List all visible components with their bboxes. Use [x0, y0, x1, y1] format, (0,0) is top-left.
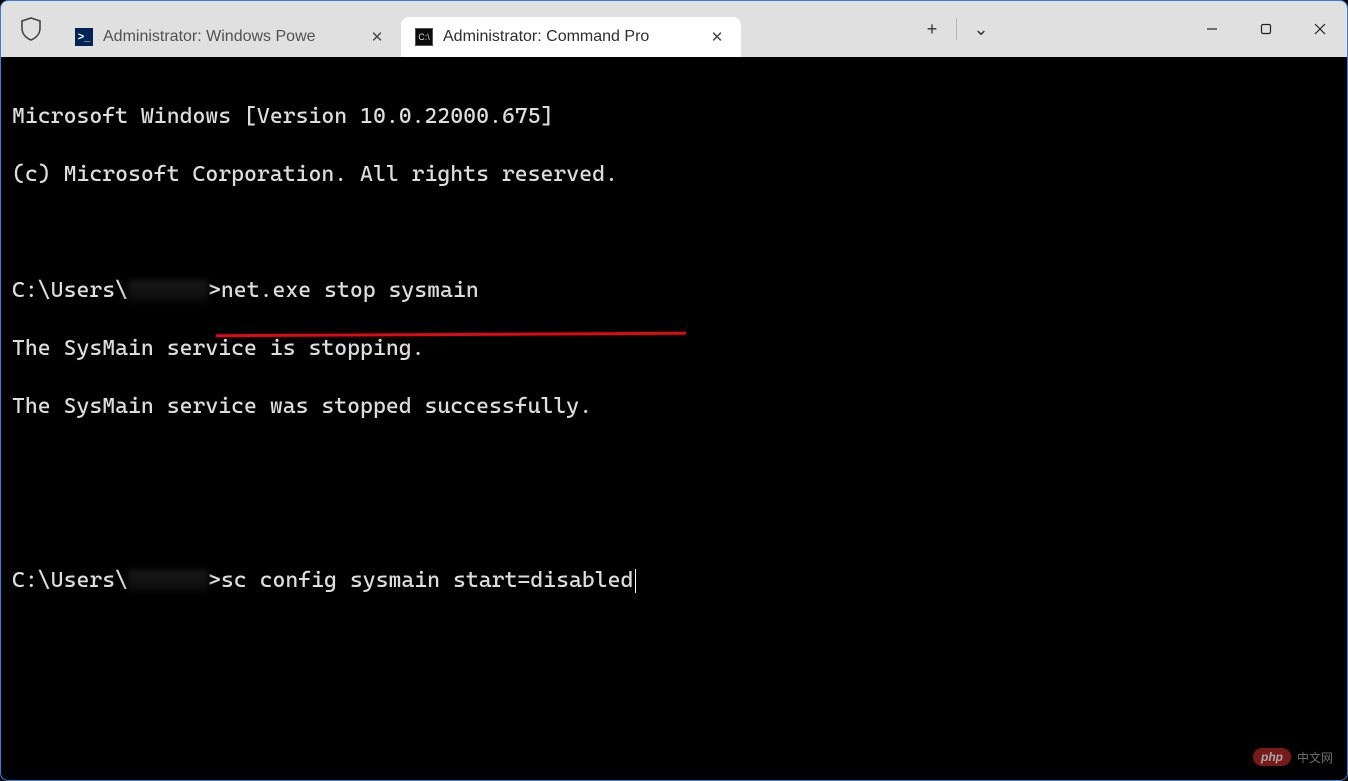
cmd-icon: C:\ — [415, 28, 433, 46]
output-line: The SysMain service is stopping. — [12, 334, 1336, 363]
version-line: Microsoft Windows [Version 10.0.22000.67… — [12, 102, 1336, 131]
text-cursor — [635, 569, 636, 593]
shield-icon — [1, 17, 61, 41]
close-icon[interactable]: ✕ — [707, 28, 727, 46]
censored-username — [128, 570, 208, 592]
watermark-text: 中文网 — [1297, 749, 1333, 766]
tab-powershell[interactable]: >_ Administrator: Windows Powe ✕ — [61, 17, 401, 57]
close-icon[interactable]: ✕ — [367, 28, 387, 46]
add-tab-button[interactable]: + — [908, 1, 956, 57]
copyright-line: (c) Microsoft Corporation. All rights re… — [12, 160, 1336, 189]
maximize-button[interactable] — [1239, 1, 1293, 57]
terminal-output[interactable]: Microsoft Windows [Version 10.0.22000.67… — [2, 57, 1346, 779]
tab-label: Administrator: Command Pro — [443, 28, 649, 46]
tab-cmd[interactable]: C:\ Administrator: Command Pro ✕ — [401, 17, 741, 57]
censored-username — [128, 280, 208, 302]
prompt-line-2: C:\Users\>sc config sysmain start=disabl… — [12, 566, 1336, 595]
close-window-button[interactable] — [1293, 1, 1347, 57]
titlebar-controls: + ⌄ — [908, 1, 1347, 57]
minimize-button[interactable] — [1185, 1, 1239, 57]
tab-strip: >_ Administrator: Windows Powe ✕ C:\ Adm… — [61, 1, 741, 57]
command-text: sc config sysmain start=disabled — [221, 568, 634, 593]
tab-dropdown-button[interactable]: ⌄ — [957, 1, 1005, 57]
blank-line — [12, 508, 1336, 537]
titlebar: >_ Administrator: Windows Powe ✕ C:\ Adm… — [1, 1, 1347, 57]
powershell-icon: >_ — [75, 28, 93, 46]
window-controls — [1185, 1, 1347, 57]
watermark-pill: php — [1253, 748, 1291, 766]
chevron-down-icon: ⌄ — [973, 19, 988, 40]
blank-line — [12, 450, 1336, 479]
command-text: net.exe stop sysmain — [221, 278, 479, 303]
watermark: php 中文网 — [1253, 748, 1333, 766]
output-line: The SysMain service was stopped successf… — [12, 392, 1336, 421]
prompt-line-1: C:\Users\>net.exe stop sysmain — [12, 276, 1336, 305]
blank-line — [12, 218, 1336, 247]
tab-label: Administrator: Windows Powe — [103, 28, 316, 46]
